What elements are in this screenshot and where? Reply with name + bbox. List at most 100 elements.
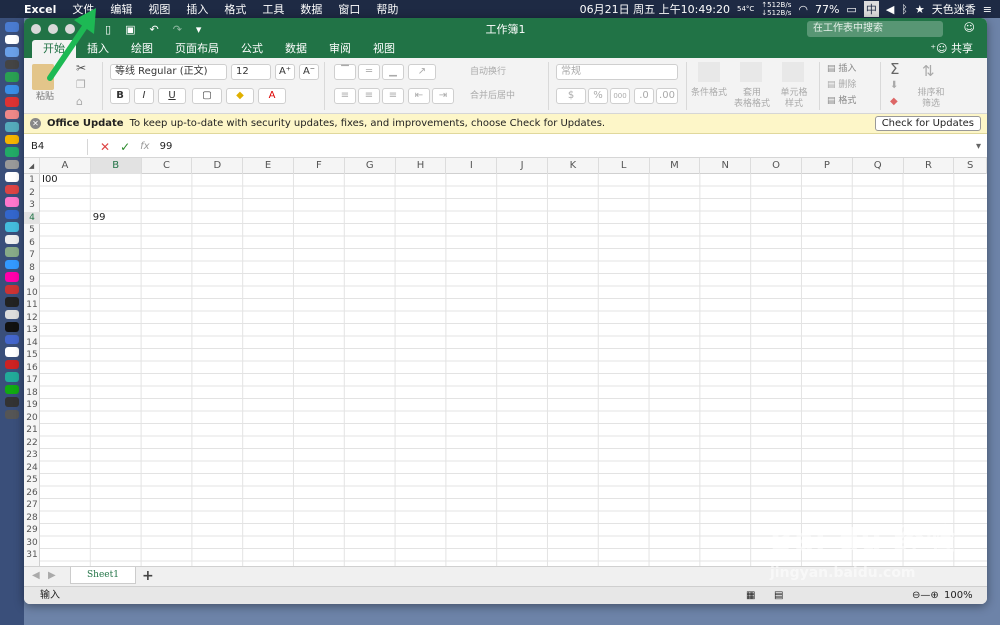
dock-app-icon[interactable] [5, 234, 19, 244]
clear-icon[interactable]: ◆ [890, 96, 898, 107]
row-header[interactable]: 15 [24, 349, 40, 362]
normal-view-icon[interactable]: ▦ [746, 587, 755, 604]
row-header[interactable]: 24 [24, 462, 40, 475]
dock-app-icon[interactable] [5, 309, 19, 319]
undo-icon[interactable]: ↶ [149, 23, 158, 36]
tab-draw[interactable]: 绘图 [120, 40, 164, 58]
menu-view[interactable]: 视图 [140, 1, 178, 17]
dock-app-icon[interactable] [5, 122, 19, 132]
volume-icon[interactable]: ◀ [886, 3, 894, 16]
font-size-select[interactable]: 12 [231, 64, 271, 80]
increase-font-size-button[interactable]: A⁺ [275, 64, 295, 80]
format-as-table-label[interactable]: 套用 表格格式 [732, 88, 772, 110]
cell-styles-label[interactable]: 单元格 样式 [774, 88, 814, 110]
cancel-edit-icon[interactable]: ✕ [100, 140, 110, 154]
number-format-select[interactable]: 常规 [556, 64, 678, 80]
tab-insert[interactable]: 插入 [76, 40, 120, 58]
row-header[interactable]: 23 [24, 449, 40, 462]
dock-app-icon[interactable] [5, 259, 19, 269]
column-header[interactable]: A [40, 158, 91, 174]
font-color-button[interactable]: A [258, 88, 286, 104]
column-header[interactable]: M [650, 158, 701, 174]
menu-insert[interactable]: 插入 [178, 1, 216, 17]
align-top-button[interactable]: ▔ [334, 64, 356, 80]
format-painter-icon[interactable]: ⌂ [76, 95, 83, 108]
decrease-indent-button[interactable]: ⇤ [408, 88, 430, 104]
dock-app-icon[interactable] [5, 384, 19, 394]
cell-area[interactable]: I00 99 [40, 174, 987, 566]
add-sheet-button[interactable]: + [142, 568, 154, 584]
accounting-format-button[interactable]: $ [556, 88, 586, 104]
row-header[interactable]: 28 [24, 512, 40, 525]
row-header[interactable]: 31 [24, 549, 40, 562]
row-header[interactable]: 9 [24, 274, 40, 287]
column-header[interactable]: C [142, 158, 193, 174]
dock-app-icon[interactable] [5, 359, 19, 369]
conditional-format-icon[interactable] [698, 62, 720, 82]
share-button[interactable]: ⁺☺ 共享 [930, 40, 973, 58]
row-header[interactable]: 30 [24, 537, 40, 550]
align-bottom-button[interactable]: ▁ [382, 64, 404, 80]
dock-app-icon[interactable] [5, 22, 19, 32]
dock-app-icon[interactable] [5, 147, 19, 157]
copy-icon[interactable]: ❐ [76, 78, 86, 91]
app-menu[interactable]: Excel [16, 3, 64, 16]
row-header[interactable]: 25 [24, 474, 40, 487]
row-header[interactable]: 12 [24, 312, 40, 325]
dock-app-icon[interactable] [5, 334, 19, 344]
row-header[interactable]: 3 [24, 199, 40, 212]
column-header[interactable]: F [294, 158, 345, 174]
tab-view[interactable]: 视图 [362, 40, 406, 58]
row-header[interactable]: 6 [24, 237, 40, 250]
confirm-edit-icon[interactable]: ✓ [120, 140, 130, 154]
row-header[interactable]: 11 [24, 299, 40, 312]
dock-app-icon[interactable] [5, 409, 19, 419]
column-header[interactable]: J [497, 158, 548, 174]
row-header[interactable]: 27 [24, 499, 40, 512]
menu-window[interactable]: 窗口 [330, 1, 368, 17]
bold-button[interactable]: B [110, 88, 130, 104]
tab-review[interactable]: 审阅 [318, 40, 362, 58]
column-header[interactable]: N [700, 158, 752, 174]
dock-app-icon[interactable] [5, 222, 19, 232]
percent-button[interactable]: % [588, 88, 608, 104]
row-header[interactable]: 29 [24, 524, 40, 537]
align-right-button[interactable]: ≡ [382, 88, 404, 104]
sheet-tab[interactable]: Sheet1 [70, 567, 136, 584]
row-header[interactable]: 10 [24, 287, 40, 300]
decrease-font-size-button[interactable]: A⁻ [299, 64, 319, 80]
row-header[interactable]: 16 [24, 362, 40, 375]
fill-icon[interactable]: ⬇ [890, 80, 898, 91]
dock-app-icon[interactable] [5, 297, 19, 307]
column-header[interactable]: D [192, 158, 244, 174]
redo-icon[interactable]: ↷ [173, 23, 182, 36]
row-header[interactable]: 18 [24, 387, 40, 400]
borders-button[interactable]: ▢ [192, 88, 222, 104]
column-header[interactable]: B [90, 158, 142, 174]
orientation-button[interactable]: ↗ [408, 64, 436, 80]
row-header[interactable]: 26 [24, 487, 40, 500]
column-header[interactable]: E [243, 158, 294, 174]
cell-styles-icon[interactable] [782, 62, 804, 82]
align-left-button[interactable]: ≡ [334, 88, 356, 104]
column-header[interactable]: K [548, 158, 599, 174]
fill-color-button[interactable]: ◆ [226, 88, 254, 104]
name-box[interactable]: B4 [28, 138, 88, 155]
dock-app-icon[interactable] [5, 284, 19, 294]
sort-filter-icon[interactable]: ⇅ [922, 62, 935, 80]
prev-sheet-icon[interactable]: ◀ [32, 570, 40, 581]
dock-app-icon[interactable] [5, 34, 19, 44]
menu-file[interactable]: 文件 [64, 1, 102, 17]
zoom-window-button[interactable] [65, 24, 75, 34]
dock-app-icon[interactable] [5, 59, 19, 69]
align-center-button[interactable]: ≡ [358, 88, 380, 104]
dock-app-icon[interactable] [5, 347, 19, 357]
battery-level[interactable]: 77% [815, 3, 839, 16]
merge-center-button[interactable]: 合并后居中 [470, 91, 545, 102]
align-middle-button[interactable]: ═ [358, 64, 380, 80]
dock-app-icon[interactable] [5, 322, 19, 332]
sheet-search-input[interactable]: 在工作表中搜索 [807, 21, 943, 37]
row-header[interactable]: 1 [24, 174, 40, 187]
cell-b4[interactable]: 99 [91, 212, 141, 224]
row-header[interactable]: 21 [24, 424, 40, 437]
